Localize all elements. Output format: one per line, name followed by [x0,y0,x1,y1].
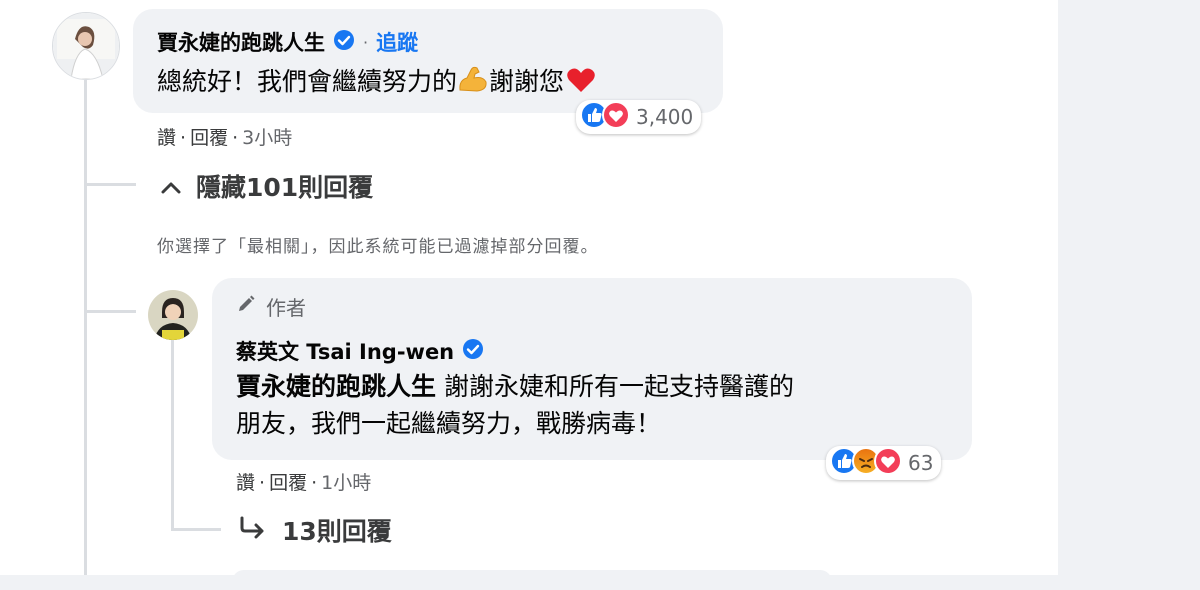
reply-reactions[interactable]: 63 [826,446,942,480]
comment-text: 總統好！我們會繼續努力的 謝謝您 [157,63,596,104]
chevron-up-icon [160,172,182,201]
comment-author[interactable]: 賈永婕的跑跳人生 [157,27,325,57]
pencil-icon [236,294,256,319]
red-heart-emoji [566,66,596,104]
like-button[interactable]: 讚 [157,127,176,149]
next-comment-bubble [232,570,832,590]
reply-arrow-icon [238,515,268,545]
thread-line [84,80,87,575]
hide-replies-toggle[interactable]: 隱藏101則回覆 [160,168,373,204]
love-reaction-icon [602,101,630,133]
comment-text-main: 總統好！我們會繼續努力的 [157,67,458,96]
avatar[interactable] [52,12,120,80]
thread-connector [84,310,136,313]
reply-actions: 讚 · 回覆 · 1小時 [236,468,371,495]
dot-separator: · [363,32,369,52]
filter-notice: 你選擇了「最相關」，因此系統可能已過濾掉部分回覆。 [157,237,599,257]
flexed-biceps-emoji [457,64,489,104]
reply-text-line2: 朋友，我們一起繼續努力，戰勝病毒！ [236,409,662,438]
reply-bubble: 作者 蔡英文 Tsai Ing-wen 賈永婕的跑跳人生 謝謝永婕和所有一起支持… [212,278,972,460]
more-replies-label: 13則回覆 [282,517,392,546]
dot-separator: · [311,472,318,494]
author-tag-label: 作者 [266,296,306,320]
love-reaction-icon [874,447,902,479]
comment-reaction-count: 3,400 [636,105,694,129]
view-more-replies-button[interactable]: 13則回覆 [238,512,392,548]
author-tag: 作者 [236,292,306,321]
dot-separator: · [232,127,239,149]
verified-badge-icon [462,338,484,364]
reply-button[interactable]: 回覆 [269,472,307,494]
comment-timestamp[interactable]: 3小時 [242,127,292,149]
reply-mention[interactable]: 賈永婕的跑跳人生 [236,372,436,401]
like-button[interactable]: 讚 [236,472,255,494]
comment-text-end: 謝謝您 [489,67,565,96]
reply-thread-connector [171,528,221,531]
reply-author[interactable]: 蔡英文 Tsai Ing-wen [236,336,454,366]
reply-avatar-photo [148,290,198,340]
thread-connector [84,183,136,186]
reply-thread-line [171,340,174,528]
verified-badge-icon [333,29,355,55]
comments-panel: 賈永婕的跑跳人生 · 追蹤 總統好！我們會繼續努力的 謝謝您 3,400 讚 · 回覆… [0,0,1058,590]
follow-button[interactable]: 追蹤 [376,27,418,57]
reply-reaction-count: 63 [908,451,934,475]
hide-replies-label: 隱藏101則回覆 [196,173,374,202]
comment-bubble: 賈永婕的跑跳人生 · 追蹤 總統好！我們會繼續努力的 謝謝您 [133,9,723,113]
reply-timestamp[interactable]: 1小時 [321,472,371,494]
comment-actions: 讚 · 回覆 · 3小時 [157,123,292,150]
avatar-photo [53,13,119,79]
reply-text: 賈永婕的跑跳人生 謝謝永婕和所有一起支持醫護的 朋友，我們一起繼續努力，戰勝病毒… [236,368,794,442]
dot-separator: · [180,127,187,149]
reply-text-line1: 謝謝永婕和所有一起支持醫護的 [443,372,794,401]
comment-reactions[interactable]: 3,400 [576,100,702,134]
reply-avatar[interactable] [148,290,198,340]
reply-button[interactable]: 回覆 [190,127,228,149]
dot-separator: · [259,472,266,494]
